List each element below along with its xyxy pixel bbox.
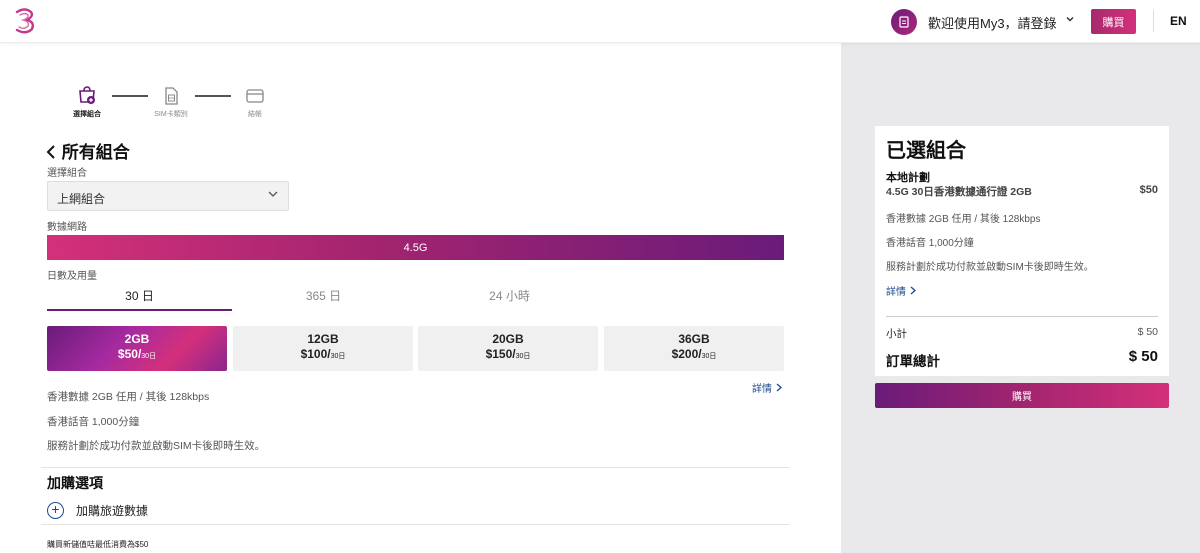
- plan-card-2gb[interactable]: 2GB $50/30日: [47, 326, 227, 371]
- step-connector: [112, 95, 148, 97]
- duration-tabs: 30 日 365 日 24 小時: [47, 287, 784, 311]
- tab-30-days[interactable]: 30 日: [47, 287, 232, 311]
- chevron-right-icon: [776, 383, 782, 392]
- tab-365-days[interactable]: 365 日: [231, 287, 416, 311]
- summary-desc-voice: 香港話音 1,000分鐘: [886, 238, 974, 249]
- order-total-label: 訂單總計: [886, 354, 940, 369]
- progress-steps: 選擇組合 SIM卡類別 結帳: [62, 85, 282, 121]
- subtotal-label: 小計: [886, 328, 907, 340]
- top-bar: 歡迎使用My3，請登錄 購買 EN: [0, 0, 1200, 43]
- plan-price: $100/30日: [300, 347, 346, 361]
- summary-plan-price: $50: [1139, 184, 1158, 196]
- step-connector: [195, 95, 231, 97]
- plan-data: 20GB: [492, 332, 524, 346]
- credit-card-icon: [244, 85, 266, 107]
- summary-plan-name: 4.5G 30日香港數據通行證 2GB: [886, 186, 1032, 198]
- buy-button-summary[interactable]: 購買: [875, 383, 1169, 408]
- combo-select[interactable]: 上網組合: [47, 181, 289, 211]
- usage-label: 日數及用量: [47, 271, 97, 282]
- chevron-right-icon: [910, 286, 916, 295]
- subtotal-value: $ 50: [1137, 326, 1158, 338]
- plan-card-36gb[interactable]: 36GB $200/30日: [604, 326, 784, 371]
- summary-title: 已選組合: [886, 140, 966, 162]
- order-total-value: $ 50: [1128, 348, 1158, 365]
- step-label: SIM卡類別: [154, 111, 188, 118]
- summary-desc-activation: 服務計劃於成功付款並啟動SIM卡後即時生效。: [886, 262, 1094, 273]
- summary-details-link[interactable]: 詳情: [886, 283, 917, 298]
- main-content: 選擇組合 SIM卡類別 結帳 所有組合 選擇組合 上網組合 數據網路 4.5G …: [0, 43, 841, 553]
- step-label: 結帳: [248, 111, 262, 118]
- plan-price: $150/30日: [485, 347, 531, 361]
- chevron-down-icon[interactable]: [1065, 14, 1075, 27]
- step-select-plan: 選擇組合: [67, 85, 107, 119]
- three-logo-icon[interactable]: [10, 6, 40, 36]
- tab-24-hours[interactable]: 24 小時: [417, 287, 602, 311]
- welcome-login-link[interactable]: 歡迎使用My3，請登錄: [928, 13, 1057, 32]
- user-avatar-icon[interactable]: [891, 9, 917, 35]
- plan-card-12gb[interactable]: 12GB $100/30日: [233, 326, 413, 371]
- addon-label: 加購旅遊數據: [76, 503, 149, 518]
- chevron-left-icon: [46, 145, 55, 159]
- section-divider: [41, 524, 790, 525]
- plan-data: 12GB: [307, 332, 339, 346]
- summary-subtitle: 本地計劃: [886, 172, 930, 184]
- sim-card-icon: [160, 85, 182, 107]
- plan-desc-voice: 香港話音 1,000分鐘: [47, 416, 140, 428]
- combo-label: 選擇組合: [47, 168, 87, 179]
- step-label: 選擇組合: [73, 111, 101, 118]
- network-label: 數據網路: [47, 222, 87, 233]
- network-option-4-5g[interactable]: 4.5G: [47, 235, 784, 260]
- plan-details-link[interactable]: 詳情: [752, 380, 783, 395]
- buy-button-header[interactable]: 購買: [1091, 9, 1136, 34]
- plan-options: 2GB $50/30日 12GB $100/30日 20GB $150/30日 …: [47, 326, 784, 371]
- plan-price: $50/30日: [117, 347, 157, 361]
- add-travel-data-button[interactable]: + 加購旅遊數據: [47, 500, 148, 520]
- plan-desc-data: 香港數據 2GB 任用 / 其後 128kbps: [47, 391, 210, 403]
- combo-select-value: 上網組合: [57, 192, 106, 206]
- plan-data: 2GB: [124, 332, 150, 346]
- back-to-all-plans[interactable]: 所有組合: [45, 138, 130, 163]
- chevron-down-icon: [267, 188, 279, 203]
- summary-divider: [886, 316, 1158, 317]
- page-title: 所有組合: [61, 143, 130, 162]
- language-toggle[interactable]: EN: [1170, 14, 1187, 28]
- cart-plus-icon: [76, 85, 98, 107]
- section-divider: [41, 467, 790, 468]
- plus-circle-icon: +: [47, 501, 64, 519]
- plan-desc-activation: 服務計劃於成功付款並啟動SIM卡後即時生效。: [47, 440, 266, 452]
- header-divider: [1153, 10, 1154, 32]
- summary-desc-data: 香港數據 2GB 任用 / 其後 128kbps: [886, 214, 1041, 225]
- step-sim-type: SIM卡類別: [151, 85, 191, 119]
- plan-price: $200/30日: [671, 347, 717, 361]
- selected-plan-card: 已選組合 本地計劃 4.5G 30日香港數據通行證 2GB $50 香港數據 2…: [875, 126, 1169, 376]
- plan-data: 36GB: [678, 332, 710, 346]
- addon-section-title: 加購選項: [47, 475, 103, 491]
- min-spend-note: 購買新儲值咭最低消費為$50: [47, 540, 149, 549]
- step-checkout: 結帳: [235, 85, 275, 119]
- plan-card-20gb[interactable]: 20GB $150/30日: [418, 326, 598, 371]
